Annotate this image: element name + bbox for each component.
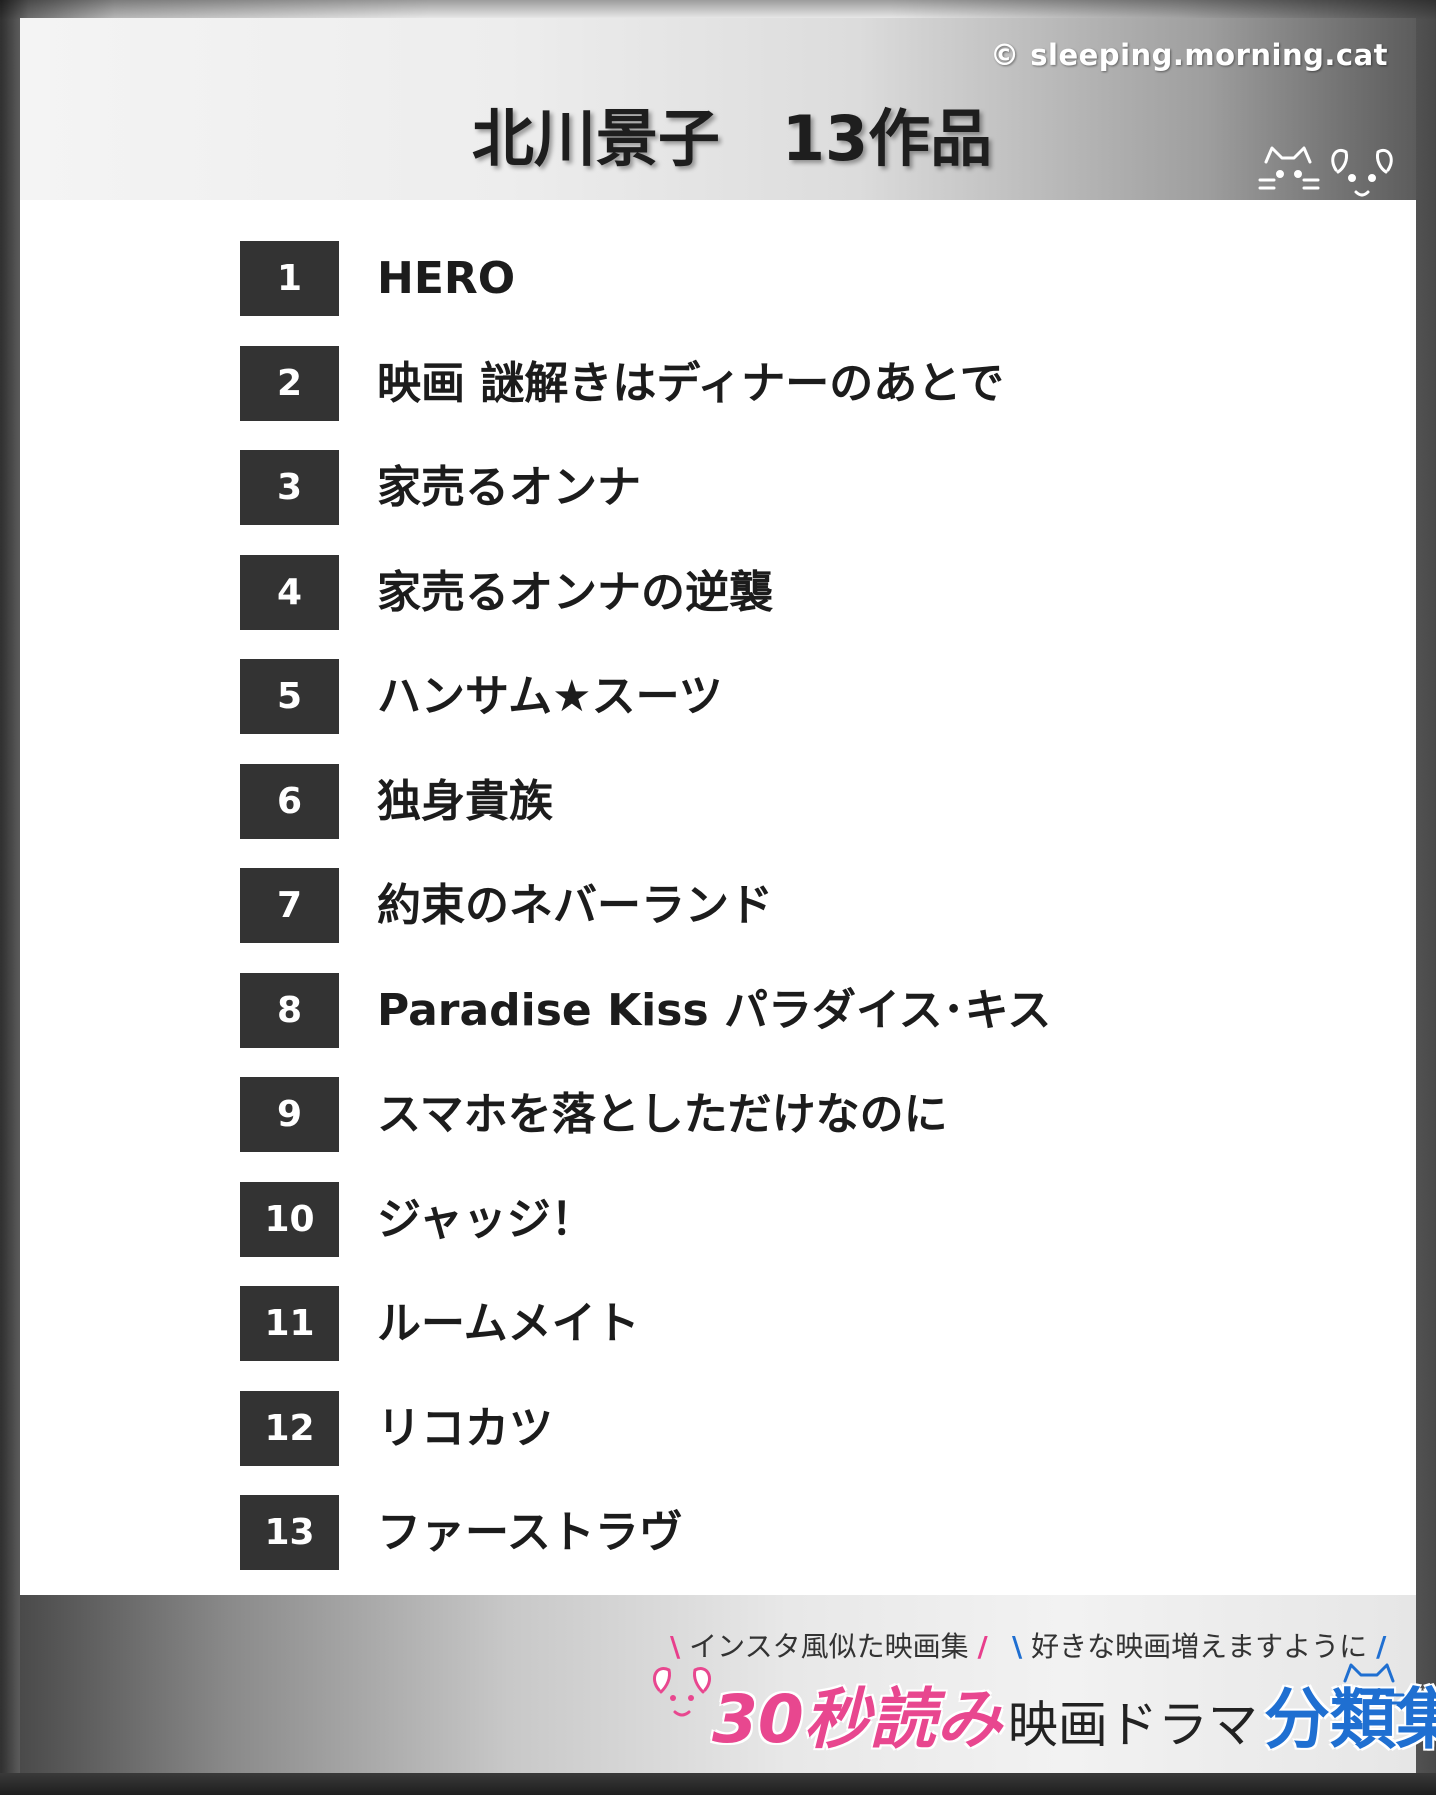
rank-number: 5 <box>240 659 339 734</box>
slash-mark: \ <box>1012 1630 1023 1663</box>
top-shade <box>0 0 1436 20</box>
tagline-left: \ インスタ風似た映画集 / <box>670 1625 988 1665</box>
tagline-left-text: インスタ風似た映画集 <box>689 1630 969 1663</box>
bottom-shade <box>0 1773 1436 1795</box>
brand-pink-text: 30秒読み <box>712 1681 1002 1758</box>
rank-number: 13 <box>240 1495 339 1570</box>
tagline-right: \ 好きな映画増えますように / <box>1012 1625 1386 1665</box>
dog-face-icon <box>653 1667 711 1717</box>
work-title: 映画 謎解きはディナーのあとで <box>377 357 1004 409</box>
credit-text: © sleeping.morning.cat <box>990 38 1388 72</box>
list-item: 12 リコカツ <box>240 1390 1140 1466</box>
rank-number: 1 <box>240 241 339 316</box>
list-item: 8 Paradise Kiss パラダイス･キス <box>240 972 1140 1048</box>
work-title: ハンサム★スーツ <box>377 671 723 722</box>
work-title: リコカツ <box>377 1402 553 1454</box>
cat-face-icon <box>1335 1663 1405 1705</box>
work-title: Paradise Kiss パラダイス･キス <box>377 984 1052 1036</box>
rank-number: 6 <box>240 763 339 839</box>
rank-number: 4 <box>240 554 339 630</box>
list-item: 1 HERO <box>240 241 1140 316</box>
list-item: 10 ジャッジ！ <box>240 1181 1140 1257</box>
work-title: ファーストラヴ <box>377 1507 683 1558</box>
list-item: 7 約束のネバーランド <box>240 868 1140 943</box>
list-item: 6 独身貴族 <box>240 763 1140 839</box>
slash-mark: \ <box>670 1630 681 1663</box>
work-title: 独身貴族 <box>377 775 553 827</box>
brand-logo: 30秒読み 映画ドラマ分類集 <box>712 1680 1436 1760</box>
slash-mark: / <box>977 1630 988 1663</box>
rank-number: 8 <box>240 972 339 1048</box>
tagline-right-text: 好きな映画増えますように <box>1031 1630 1368 1663</box>
work-title: 家売るオンナの逆襲 <box>377 566 773 618</box>
rank-number: 2 <box>240 345 339 421</box>
rank-number: 7 <box>240 868 339 943</box>
list-item: 4 家売るオンナの逆襲 <box>240 554 1140 630</box>
cat-and-dog-icon <box>1258 146 1393 197</box>
brand-mid-text: 映画ドラマ <box>1007 1696 1258 1754</box>
rank-number: 3 <box>240 450 339 525</box>
rank-number: 11 <box>240 1286 339 1361</box>
work-title: ジャッジ！ <box>377 1193 595 1245</box>
page-title: 北川景子 13作品 <box>471 102 993 175</box>
rank-number: 9 <box>240 1077 339 1152</box>
work-title: ルームメイト <box>377 1298 640 1349</box>
work-title: 家売るオンナ <box>377 462 641 513</box>
work-title: 約束のネバーランド <box>377 880 773 931</box>
rank-number: 10 <box>240 1181 339 1257</box>
work-title: スマホを落としただけなのに <box>377 1089 948 1140</box>
rank-number: 12 <box>240 1390 339 1466</box>
work-title: HERO <box>377 253 516 304</box>
list-item: 11 ルームメイト <box>240 1286 1140 1361</box>
list-item: 2 映画 謎解きはディナーのあとで <box>240 345 1140 421</box>
list-item: 3 家売るオンナ <box>240 450 1140 525</box>
list-item: 13 ファーストラヴ <box>240 1495 1140 1570</box>
list-item: 9 スマホを落としただけなのに <box>240 1077 1140 1152</box>
header: © sleeping.morning.cat 北川景子 13作品 <box>20 18 1416 200</box>
list-item: 5 ハンサム★スーツ <box>240 659 1140 734</box>
